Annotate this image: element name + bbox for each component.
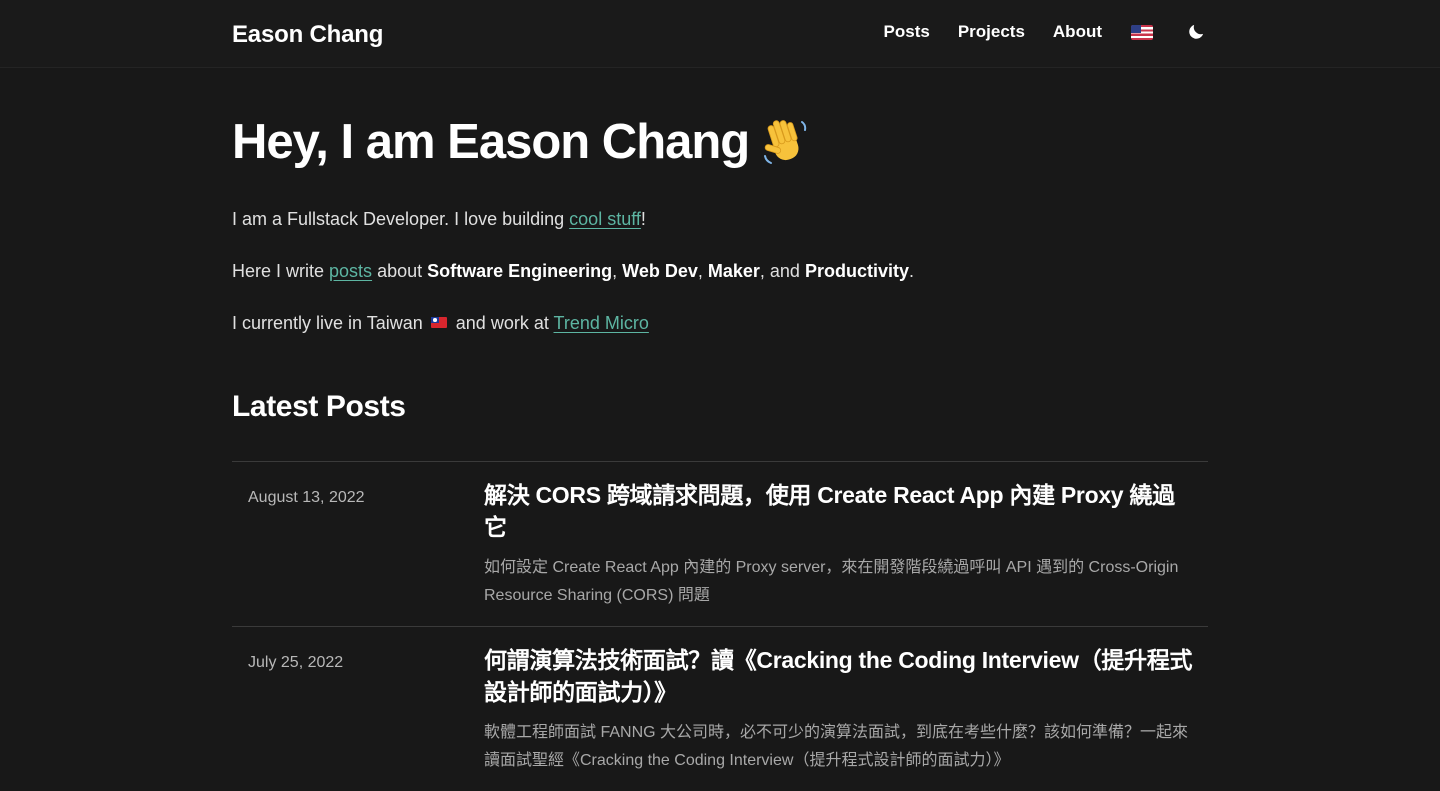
hero-title: Hey, I am Eason Chang xyxy=(232,114,811,170)
intro-text: I currently live in Taiwan xyxy=(232,313,423,333)
topic-maker: Maker xyxy=(707,261,760,281)
separator: , and xyxy=(759,261,805,281)
site-brand-link[interactable]: Eason Chang xyxy=(232,21,383,49)
post-description: 如何設定 Create React App 內建的 Proxy server，來… xyxy=(484,559,1179,604)
latest-posts-heading: Latest Posts xyxy=(232,390,406,423)
topic-productivity: Productivity xyxy=(804,261,909,281)
intro-line-3: I currently live in Taiwan and work at T… xyxy=(232,313,649,334)
intro-text: and work at xyxy=(455,313,554,333)
hero-title-text: Hey, I am Eason Chang xyxy=(232,115,750,169)
post-description: 軟體工程師面試 FANNG 大公司時，必不可少的演算法面試，到底在考些什麼？該如… xyxy=(484,724,1189,769)
topic-web-dev: Web Dev xyxy=(622,261,698,281)
posts-list: August 13, 2022 解決 CORS 跨域請求問題，使用 Create… xyxy=(232,461,1208,791)
moon-icon[interactable] xyxy=(1184,20,1208,44)
taiwan-flag-icon xyxy=(430,317,447,328)
intro-text-end: ! xyxy=(640,209,646,229)
nav-projects-link[interactable]: Projects xyxy=(958,22,1025,42)
main-nav: Posts Projects About xyxy=(884,18,1208,46)
trend-micro-link[interactable]: Trend Micro xyxy=(554,313,649,333)
nav-posts-link[interactable]: Posts xyxy=(884,22,930,42)
intro-line-2: Here I write posts about Software Engine… xyxy=(232,261,914,282)
post-title-link[interactable]: 解決 CORS 跨域請求問題，使用 Create React App 內建 Pr… xyxy=(484,479,1196,543)
intro-line-1: I am a Fullstack Developer. I love build… xyxy=(232,209,646,230)
post-item[interactable]: July 25, 2022 何謂演算法技術面試？讀《Cracking the C… xyxy=(232,626,1208,791)
post-item[interactable]: August 13, 2022 解決 CORS 跨域請求問題，使用 Create… xyxy=(232,461,1208,626)
posts-link[interactable]: posts xyxy=(329,261,372,281)
intro-text: about xyxy=(372,261,428,281)
nav-about-link[interactable]: About xyxy=(1053,22,1102,42)
site-header: Eason Chang Posts Projects About xyxy=(0,0,1440,68)
separator: , xyxy=(612,261,623,281)
post-title-link[interactable]: 何謂演算法技術面試？讀《Cracking the Coding Intervie… xyxy=(484,644,1196,708)
separator: , xyxy=(697,261,708,281)
topic-software-engineering: Software Engineering xyxy=(427,261,613,281)
intro-text: Here I write xyxy=(232,261,330,281)
post-date: August 13, 2022 xyxy=(248,489,365,506)
us-flag-icon[interactable] xyxy=(1131,24,1153,40)
intro-text-end: . xyxy=(908,261,914,281)
intro-text: I am a Fullstack Developer. I love build… xyxy=(232,209,570,229)
post-date: July 25, 2022 xyxy=(248,654,344,671)
cool-stuff-link[interactable]: cool stuff xyxy=(569,209,641,229)
waving-hand-icon xyxy=(759,116,811,168)
